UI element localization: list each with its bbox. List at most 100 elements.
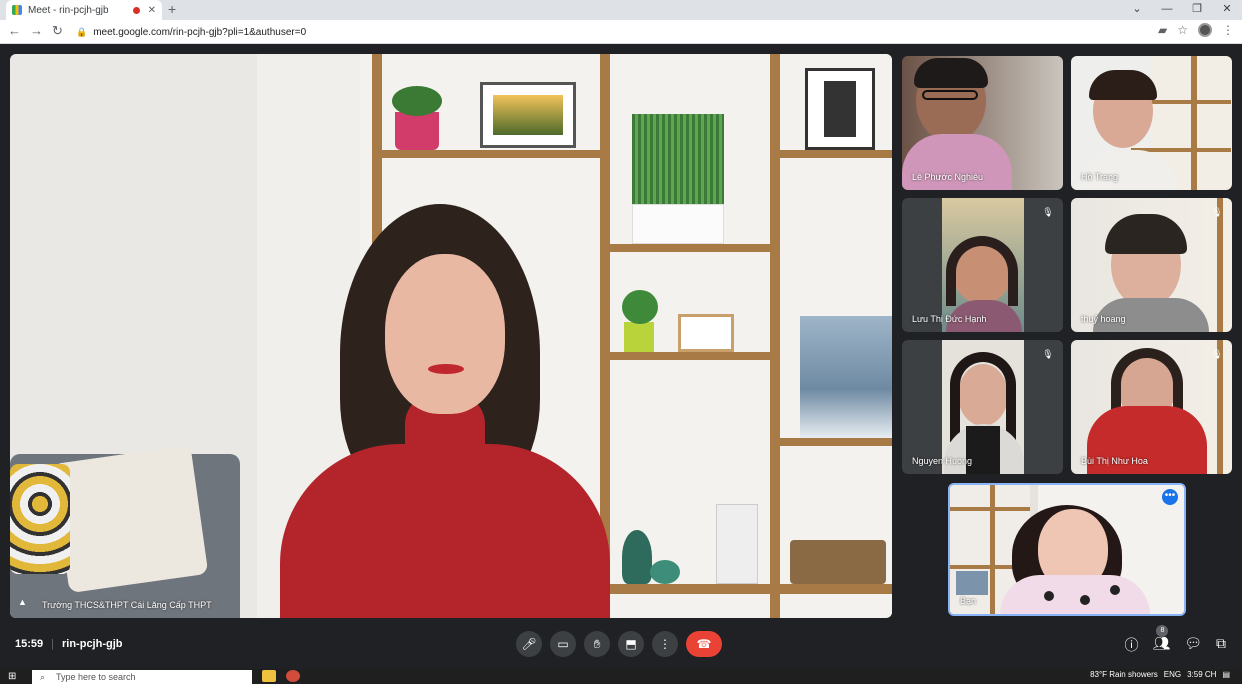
taskbar-apps bbox=[262, 670, 300, 682]
picture-frame bbox=[678, 314, 734, 352]
meeting-time: 15:59 bbox=[15, 638, 44, 650]
more-options-icon[interactable]: ⋮ bbox=[652, 631, 678, 657]
present-screen-icon[interactable]: ⬒ bbox=[618, 631, 644, 657]
participant-name: Lưu Thị Đức Hạnh bbox=[912, 314, 987, 324]
browser-menu-icon[interactable]: ⋮ bbox=[1222, 23, 1234, 37]
people-icon[interactable]: 👥︎ 8 bbox=[1152, 625, 1170, 655]
close-window-button[interactable]: ✕ bbox=[1212, 0, 1242, 20]
language-indicator[interactable]: ENG bbox=[1164, 670, 1181, 679]
participant-name: Hồ Trang bbox=[1081, 172, 1119, 182]
new-tab-button[interactable]: + bbox=[168, 1, 176, 17]
meeting-details-icon[interactable]: ⓘ bbox=[1124, 635, 1138, 655]
plant-pot bbox=[624, 322, 654, 352]
pillow bbox=[51, 444, 209, 594]
participant-count-badge: 8 bbox=[1156, 625, 1169, 637]
browser-tab-strip: Meet - rin-pcjh-gjb ✕ + ⌄ — ❐ ✕ bbox=[0, 0, 1242, 20]
file-explorer-icon[interactable] bbox=[262, 670, 276, 682]
reload-icon[interactable]: ↻ bbox=[52, 23, 63, 39]
plant bbox=[632, 114, 724, 204]
meeting-info-separator: | bbox=[51, 638, 54, 650]
shelf-board bbox=[610, 244, 770, 252]
camera-icon[interactable]: ▭ bbox=[550, 631, 576, 657]
participant-tile[interactable]: Hồ Trang bbox=[1071, 56, 1232, 190]
address-bar-row: ← → ↻ 🔒 meet.google.com/rin-pcjh-gjb?pli… bbox=[0, 20, 1242, 44]
participant-name: Bùi Thị Như Hoa bbox=[1081, 456, 1148, 466]
vase bbox=[650, 560, 680, 584]
taskbar-search-box[interactable]: ⌕ Type here to search bbox=[32, 670, 252, 684]
pin-icon[interactable]: ▲ bbox=[18, 597, 30, 609]
notifications-icon[interactable]: ▤ bbox=[1222, 670, 1230, 679]
main-participant-video bbox=[280, 194, 610, 618]
lock-icon: 🔒 bbox=[76, 26, 88, 37]
mic-off-icon: 🎙 bbox=[1042, 349, 1054, 359]
pillow bbox=[10, 464, 70, 574]
meet-favicon-icon bbox=[12, 5, 22, 15]
plant-pot bbox=[395, 112, 439, 150]
meet-stage: ▲ Trường THCS&THPT Cái Lăng Cấp THPT Lê … bbox=[0, 45, 1242, 625]
system-tray: 83°F Rain showers ENG 3:59 CH ▤ bbox=[1090, 670, 1230, 679]
recording-dot-icon bbox=[132, 6, 140, 14]
meeting-info: 15:59 | rin-pcjh-gjb bbox=[15, 638, 123, 650]
bookmark-star-icon[interactable]: ☆ bbox=[1177, 23, 1188, 37]
address-bar-actions: ▰ ☆ ⋮ bbox=[1158, 23, 1234, 37]
vase bbox=[622, 530, 652, 584]
picture-frame bbox=[805, 68, 875, 150]
main-participant-name: Trường THCS&THPT Cái Lăng Cấp THPT bbox=[42, 600, 212, 610]
minimize-button[interactable]: — bbox=[1152, 0, 1182, 20]
meeting-side-controls: ⓘ 👥︎ 8 💬︎ ⧉ bbox=[1124, 625, 1226, 655]
tab-close-icon[interactable]: ✕ bbox=[148, 5, 156, 16]
url-field[interactable]: 🔒 meet.google.com/rin-pcjh-gjb?pli=1&aut… bbox=[76, 23, 1166, 41]
participant-tile[interactable]: 🎙 Nguyen Huong bbox=[902, 340, 1063, 474]
chrome-icon[interactable] bbox=[286, 670, 300, 682]
call-controls: 🎤︎ ▭ ✋︎ ⬒ ⋮ ☎︎ bbox=[516, 631, 722, 657]
participant-tile[interactable]: 🎙 Lưu Thị Đức Hạnh bbox=[902, 198, 1063, 332]
participant-name: Nguyen Huong bbox=[912, 456, 973, 466]
books bbox=[716, 504, 758, 584]
plant bbox=[392, 86, 442, 116]
camera-in-use-icon[interactable]: ▰ bbox=[1158, 23, 1167, 37]
end-call-icon[interactable]: ☎︎ bbox=[686, 631, 722, 657]
meet-control-bar: 15:59 | rin-pcjh-gjb 🎤︎ ▭ ✋︎ ⬒ ⋮ ☎︎ ⓘ 👥︎… bbox=[0, 625, 1242, 665]
tab-search-button[interactable]: ⌄ bbox=[1122, 0, 1152, 20]
picture-frame bbox=[480, 82, 576, 148]
shelf-post bbox=[770, 54, 780, 618]
plant bbox=[622, 290, 658, 324]
participant-tile[interactable]: Lê Phước Nghiêu bbox=[902, 56, 1063, 190]
raise-hand-icon[interactable]: ✋︎ bbox=[584, 631, 610, 657]
url-text: meet.google.com/rin-pcjh-gjb?pli=1&authu… bbox=[93, 26, 307, 38]
more-options-icon[interactable]: ••• bbox=[1162, 489, 1178, 505]
activities-icon[interactable]: ⧉ bbox=[1216, 635, 1226, 655]
self-name: Bạn bbox=[960, 596, 977, 606]
tab-title: Meet - rin-pcjh-gjb bbox=[28, 4, 109, 16]
taskbar-search-placeholder: Type here to search bbox=[56, 672, 136, 682]
microphone-icon[interactable]: 🎤︎ bbox=[516, 631, 542, 657]
plant-pot bbox=[632, 204, 724, 244]
search-icon: ⌕ bbox=[40, 672, 46, 682]
profile-avatar[interactable] bbox=[1198, 23, 1212, 37]
weather-text[interactable]: 83°F Rain showers bbox=[1090, 670, 1158, 679]
shelf-board bbox=[372, 150, 600, 158]
windows-start-icon[interactable]: ⊞ bbox=[8, 671, 20, 683]
shelf-board bbox=[610, 352, 770, 360]
mic-off-icon: 🎙 bbox=[1211, 349, 1223, 359]
forward-arrow-icon[interactable]: → bbox=[30, 23, 43, 38]
meeting-code[interactable]: rin-pcjh-gjb bbox=[62, 638, 123, 650]
window-controls: ⌄ — ❐ ✕ bbox=[1122, 0, 1242, 20]
self-view-tile[interactable]: ••• Bạn bbox=[948, 483, 1186, 616]
back-arrow-icon[interactable]: ← bbox=[8, 23, 21, 38]
main-video-tile[interactable]: ▲ Trường THCS&THPT Cái Lăng Cấp THPT bbox=[10, 54, 892, 618]
participant-tile[interactable]: 🎙 thuỷ hoang bbox=[1071, 198, 1232, 332]
chat-icon[interactable]: 💬︎ bbox=[1184, 635, 1202, 655]
windows-taskbar: ⊞ ⌕ Type here to search 83°F Rain shower… bbox=[0, 669, 1242, 684]
basket bbox=[790, 540, 886, 584]
browser-tab-meet[interactable]: Meet - rin-pcjh-gjb ✕ bbox=[6, 0, 162, 20]
participant-name: thuỷ hoang bbox=[1081, 314, 1126, 324]
mic-off-icon: 🎙 bbox=[1211, 207, 1223, 217]
clock-text[interactable]: 3:59 CH bbox=[1187, 670, 1216, 679]
participant-name: Lê Phước Nghiêu bbox=[912, 172, 983, 182]
mic-off-icon: 🎙 bbox=[1042, 207, 1054, 217]
shelf-board bbox=[780, 150, 892, 158]
participant-tile[interactable]: 🎙 Bùi Thị Như Hoa bbox=[1071, 340, 1232, 474]
restore-button[interactable]: ❐ bbox=[1182, 0, 1212, 20]
shelf-board bbox=[780, 438, 892, 446]
